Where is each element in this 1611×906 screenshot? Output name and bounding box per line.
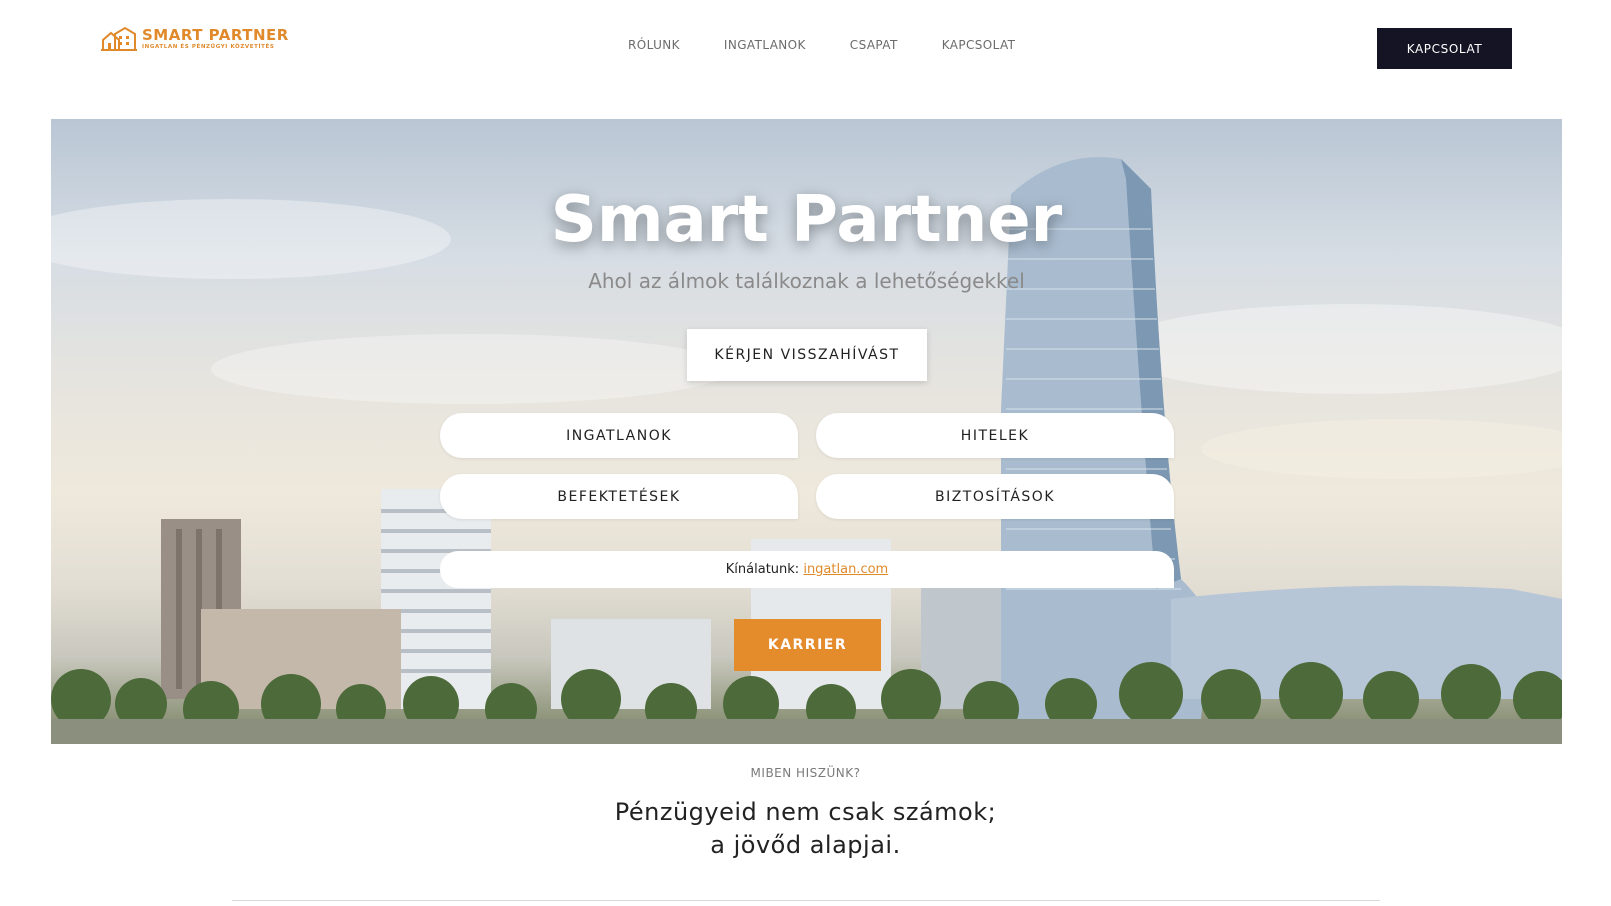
statement-line-2: a jövőd alapjai. [710, 831, 901, 859]
nav-item-rolunk[interactable]: RÓLUNK [628, 38, 680, 52]
hero-subtitle: Ahol az álmok találkoznak a lehetőségekk… [588, 269, 1025, 293]
contact-button[interactable]: KAPCSOLAT [1377, 28, 1512, 69]
career-button[interactable]: KARRIER [734, 619, 881, 671]
service-button-hitelek[interactable]: HITELEK [816, 413, 1174, 458]
main-nav: RÓLUNK INGATLANOK CSAPAT KAPCSOLAT [628, 38, 1059, 52]
nav-item-kapcsolat[interactable]: KAPCSOLAT [942, 38, 1016, 52]
offer-label: Kínálatunk: [725, 562, 800, 577]
brand-tagline: INGATLAN ÉS PÉNZÜGYI KÖZVETÍTÉS [142, 44, 275, 50]
hero-section: Smart Partner Ahol az álmok találkoznak … [51, 119, 1562, 744]
offer-link[interactable]: ingatlan.com [803, 562, 888, 577]
section-divider [232, 900, 1380, 901]
hero-title: Smart Partner [550, 183, 1063, 257]
nav-item-csapat[interactable]: CSAPAT [850, 38, 898, 52]
statement-line-1: Pénzügyeid nem csak számok; [614, 798, 997, 826]
service-button-befektetesek[interactable]: BEFEKTETÉSEK [440, 474, 798, 519]
brand-name: SMART PARTNER [142, 26, 289, 44]
site-header: SMART PARTNER INGATLAN ÉS PÉNZÜGYI KÖZVE… [0, 0, 1611, 96]
section-statement: Pénzügyeid nem csak számok; a jövőd alap… [0, 796, 1611, 862]
nav-item-ingatlanok[interactable]: INGATLANOK [724, 38, 806, 52]
brand-logo[interactable]: SMART PARTNER INGATLAN ÉS PÉNZÜGYI KÖZVE… [101, 26, 289, 52]
request-callback-button[interactable]: KÉRJEN VISSZAHÍVÁST [687, 329, 927, 381]
service-button-ingatlanok[interactable]: INGATLANOK [440, 413, 798, 458]
offer-bar: Kínálatunk: ingatlan.com [440, 551, 1174, 588]
house-logo-icon [101, 26, 137, 51]
section-eyebrow: MIBEN HISZÜNK? [750, 766, 861, 780]
service-button-biztositasok[interactable]: BIZTOSÍTÁSOK [816, 474, 1174, 519]
